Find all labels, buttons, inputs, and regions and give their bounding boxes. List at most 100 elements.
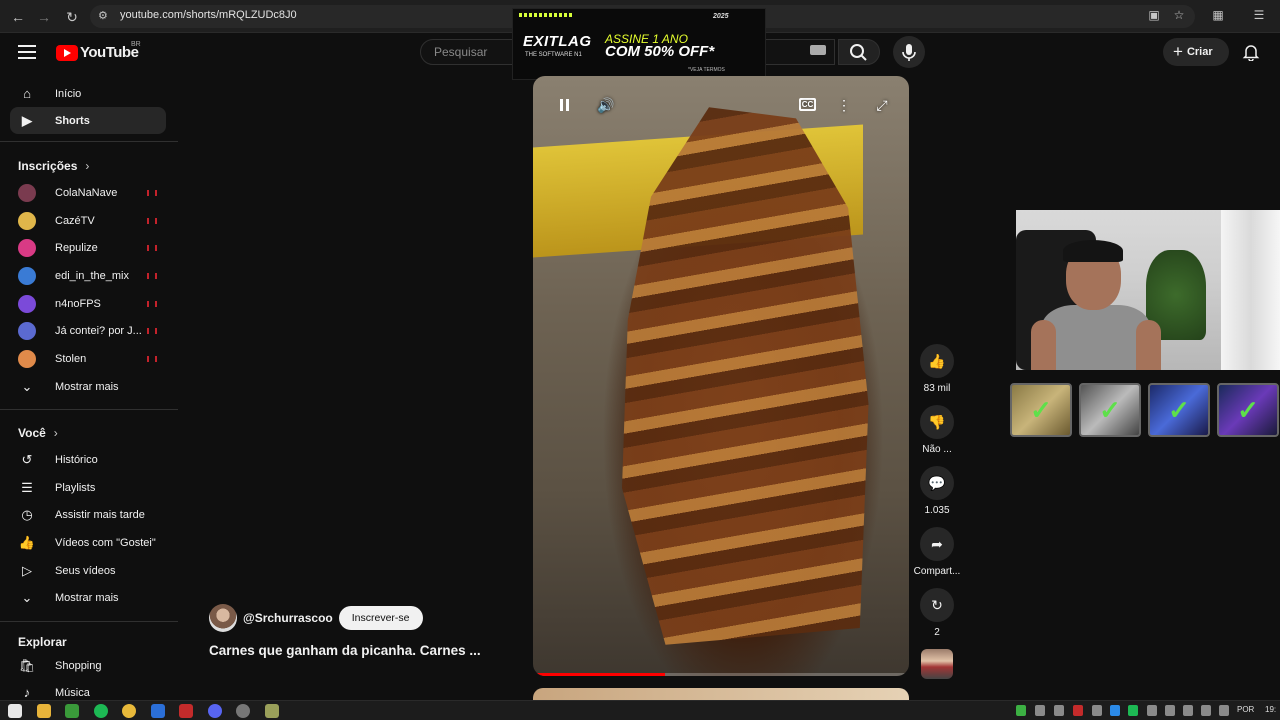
subscribe-button[interactable]: Inscrever-se [338, 606, 423, 630]
channel-handle[interactable]: @Srchurrascoo [243, 611, 333, 625]
ad-stripe-decoration [519, 13, 574, 17]
reload-icon[interactable]: ↻ [62, 7, 82, 27]
exitlag-ad-banner[interactable]: 2025 EXITLAG THE SOFTWARE N1 ASSINE 1 AN… [512, 8, 766, 80]
show-more-you-button[interactable]: ⌄ Mostrar mais [10, 584, 166, 611]
sidebar-item-inicio[interactable]: ⌂ Início [10, 80, 166, 107]
sidebar-item-subscription[interactable]: ColaNaNave [10, 179, 166, 206]
create-button[interactable]: + Criar [1163, 38, 1229, 66]
you-heading[interactable]: Você › [18, 426, 58, 440]
bookmark-star-icon[interactable]: ☆ [1171, 8, 1187, 24]
sidebar-item-label: Shopping [55, 659, 102, 672]
remix-count: 2 [934, 627, 940, 638]
short-title[interactable]: Carnes que ganham da picanha. Carnes ... [209, 643, 509, 658]
forward-icon[interactable]: → [34, 7, 54, 27]
like-action: 👍 83 mil [912, 344, 962, 394]
achievement-card-check-icon: ✓ [1010, 383, 1072, 437]
remix-button[interactable]: ↻ [920, 588, 954, 622]
back-icon[interactable]: ← [8, 7, 28, 27]
channel-avatar [18, 266, 36, 285]
input-language[interactable]: POR [1237, 705, 1254, 714]
chrome-icon[interactable] [122, 704, 136, 718]
taskbar-app-icon[interactable] [265, 704, 279, 718]
achievement-card-check-icon: ✓ [1079, 383, 1141, 437]
shorts-video-player[interactable]: 🔊 CC ⋮ ⤢ [533, 76, 909, 676]
pause-icon[interactable] [553, 94, 575, 116]
clock-time[interactable]: 19: [1265, 705, 1276, 714]
sidebar-item-historico[interactable]: ↺ Histórico [10, 446, 166, 473]
extensions-icon[interactable]: ▦ [1210, 8, 1226, 24]
sidebar-item-subscription[interactable]: edi_in_the_mix [10, 262, 166, 289]
tray-icon[interactable] [1092, 705, 1102, 716]
sidebar-item-subscription[interactable]: Repulize [10, 234, 166, 261]
subscriptions-title: Inscrições [18, 159, 78, 173]
sidebar-item-watch-later[interactable]: ◷ Assistir mais tarde [10, 501, 166, 528]
playlists-icon: ☰ [21, 479, 33, 495]
progress-bar[interactable] [533, 673, 665, 676]
sidebar-item-subscription[interactable]: n4noFPS [10, 290, 166, 317]
microphone-icon [902, 44, 916, 61]
ad-terms: *VEJA TERMOS [688, 67, 725, 73]
chevron-right-icon: › [53, 426, 58, 440]
search-button[interactable] [838, 39, 880, 65]
tray-icon[interactable] [1147, 705, 1157, 716]
sidebar-item-subscription[interactable]: CazéTV [10, 207, 166, 234]
fullscreen-icon[interactable]: ⤢ [871, 94, 893, 116]
install-app-icon[interactable]: ▣ [1146, 8, 1162, 24]
site-info-icon[interactable]: ⚙ [98, 9, 112, 23]
sidebar-item-your-videos[interactable]: ▷ Seus vídeos [10, 557, 166, 584]
comments-button[interactable]: 💬 [920, 466, 954, 500]
youtube-logo[interactable]: YouTube BR [56, 41, 141, 61]
sidebar-item-label: Vídeos com "Gostei" [55, 536, 156, 549]
webcam-curtain [1221, 210, 1280, 370]
reading-list-icon[interactable]: ☰ [1251, 8, 1267, 24]
sidebar-item-label: Assistir mais tarde [55, 508, 145, 521]
taskbar-app-icon[interactable] [236, 704, 250, 718]
dislike-button[interactable]: 👎 [920, 405, 954, 439]
taskbar-app-icon[interactable] [65, 704, 79, 718]
spotify-icon[interactable] [94, 704, 108, 718]
ad-brand-logo: EXITLAG [523, 33, 592, 50]
history-icon: ↺ [21, 451, 33, 467]
sidebar-item-shopping[interactable]: 🛍 Shopping [10, 652, 166, 679]
tray-icon[interactable] [1183, 705, 1193, 716]
notifications-bell-icon[interactable] [1242, 43, 1260, 62]
discord-icon[interactable] [208, 704, 222, 718]
tray-icon[interactable] [1128, 705, 1138, 716]
share-arrow-icon: ➦ [931, 535, 943, 552]
youtube-play-icon [56, 44, 78, 61]
volume-tray-icon[interactable] [1219, 705, 1229, 716]
captions-icon[interactable]: CC [799, 98, 816, 111]
taskbar-app-icon[interactable] [179, 704, 193, 718]
keyboard-icon[interactable] [810, 45, 826, 55]
hamburger-menu-icon[interactable] [18, 45, 36, 59]
tray-icon[interactable] [1054, 705, 1064, 716]
sidebar-item-playlists[interactable]: ☰ Playlists [10, 474, 166, 501]
share-button[interactable]: ➦ [920, 527, 954, 561]
tray-icon[interactable] [1073, 705, 1083, 716]
like-button[interactable]: 👍 [920, 344, 954, 378]
sound-source-thumbnail[interactable] [921, 649, 953, 679]
file-explorer-icon[interactable] [37, 704, 51, 718]
sidebar-item-subscription[interactable]: Stolen [10, 345, 166, 372]
live-indicator-icon [146, 328, 158, 334]
channel-row: @Srchurrascoo Inscrever-se [209, 604, 423, 632]
tray-icon[interactable] [1110, 705, 1120, 716]
comments-action: 💬 1.035 [912, 466, 962, 516]
network-icon[interactable] [1201, 705, 1211, 716]
show-more-subscriptions-button[interactable]: ⌄ Mostrar mais [10, 373, 166, 400]
sidebar-item-shorts[interactable]: ▶ Shorts [10, 107, 166, 134]
subscriptions-heading[interactable]: Inscrições › [18, 159, 89, 173]
voice-search-button[interactable] [893, 36, 925, 68]
channel-avatar [18, 321, 36, 340]
microphone-tray-icon[interactable] [1165, 705, 1175, 716]
volume-icon[interactable]: 🔊 [595, 94, 617, 116]
you-title: Você [18, 426, 46, 440]
tray-icon[interactable] [1035, 705, 1045, 716]
start-windows-icon[interactable] [8, 704, 22, 718]
sidebar-item-subscription[interactable]: Já contei? por J... [10, 317, 166, 344]
tray-nvidia-icon[interactable] [1016, 705, 1026, 716]
more-options-icon[interactable]: ⋮ [833, 94, 855, 116]
taskbar-app-icon[interactable] [151, 704, 165, 718]
sidebar-item-liked-videos[interactable]: 👍 Vídeos com "Gostei" [10, 529, 166, 556]
channel-avatar[interactable] [209, 604, 237, 632]
